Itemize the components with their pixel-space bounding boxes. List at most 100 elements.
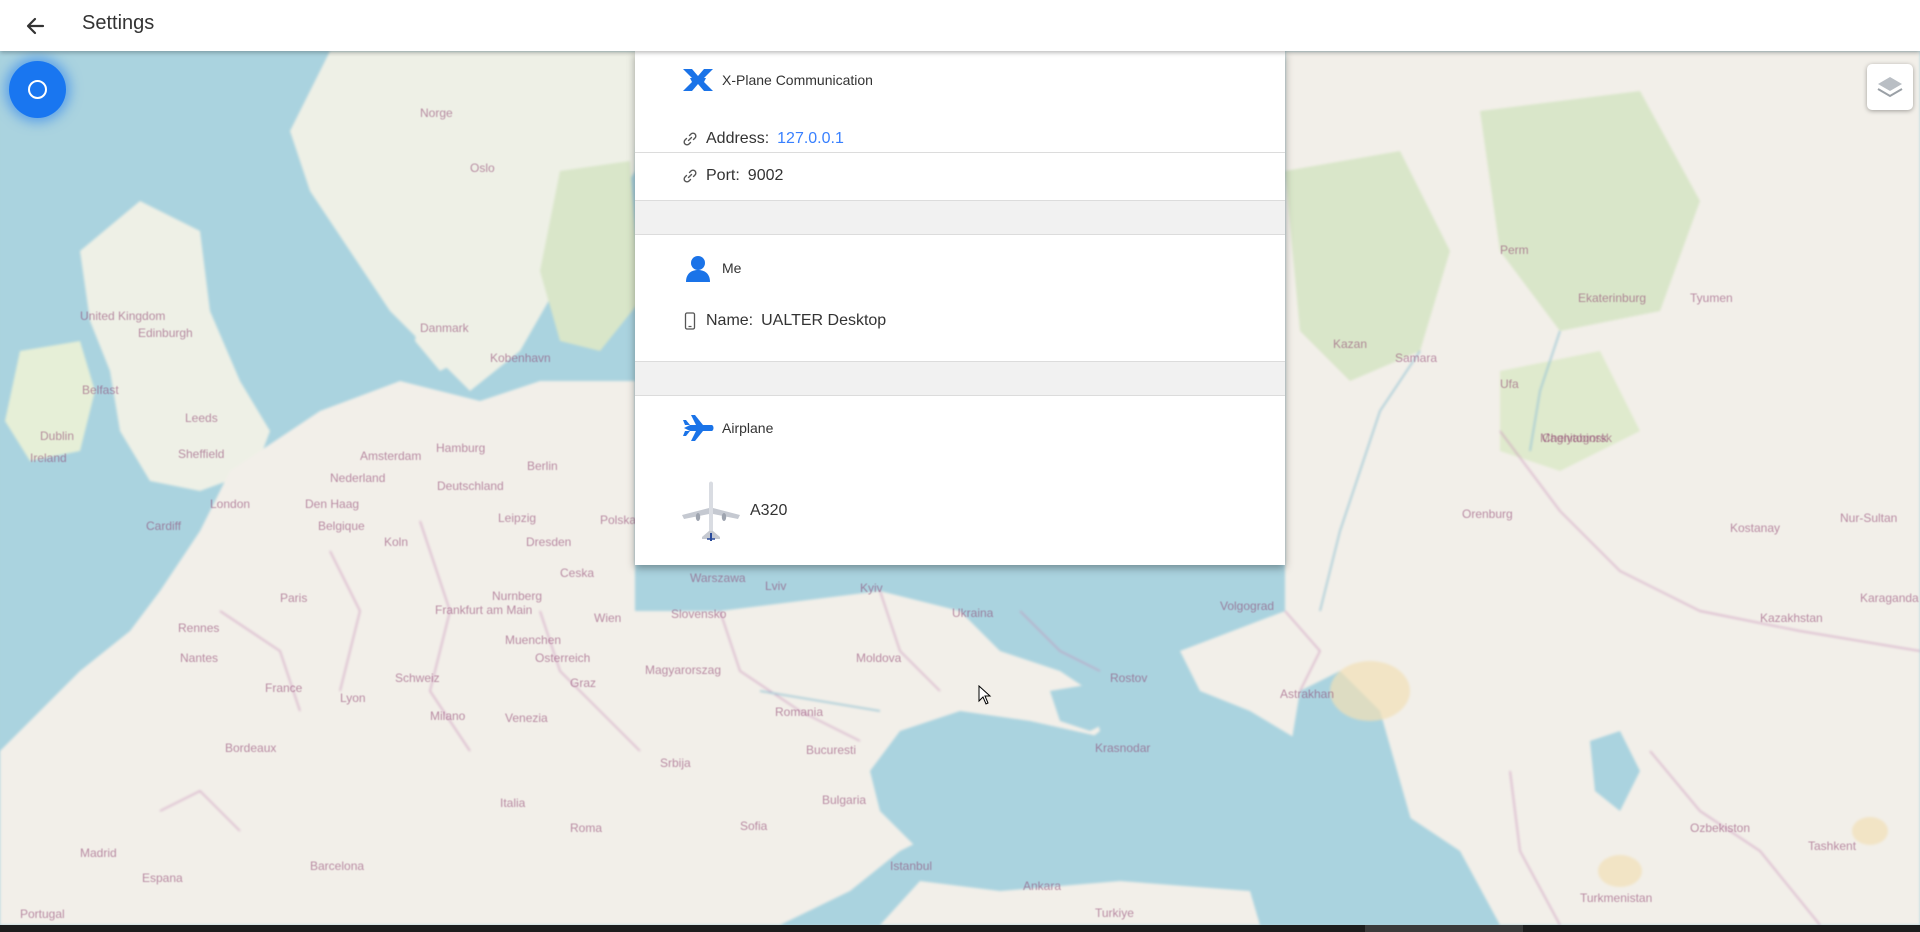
map-label: Sheffield: [178, 447, 225, 461]
map-label: Belfast: [82, 383, 119, 397]
map-label: Ekaterinburg: [1578, 291, 1647, 305]
locate-button[interactable]: [9, 61, 66, 118]
map-label: Den Haag: [305, 497, 360, 511]
port-value[interactable]: 9002: [748, 167, 784, 185]
map-label: Slovensko: [671, 607, 727, 621]
map-label: Karaganda: [1860, 591, 1919, 605]
locate-icon: [28, 80, 47, 99]
link-icon: [682, 168, 698, 184]
map-label: Dresden: [526, 535, 572, 549]
map-label: Amsterdam: [360, 449, 422, 463]
taskbar-segment: [1365, 925, 1523, 932]
map-label: Espana: [142, 871, 183, 885]
a320-aircraft-icon: [680, 481, 742, 541]
port-field[interactable]: Port: 9002: [635, 152, 1285, 200]
map-label: Graz: [570, 676, 597, 690]
map-label: Rennes: [178, 621, 220, 635]
map-label: Leipzig: [498, 511, 537, 525]
map-label: Leeds: [185, 411, 218, 425]
xplane-icon: [682, 65, 714, 95]
map-label: Paris: [280, 591, 308, 605]
map-label: Istanbul: [890, 859, 933, 873]
name-label: Name:: [706, 312, 754, 329]
back-button[interactable]: [20, 11, 50, 41]
map-label: Srbija: [660, 756, 691, 770]
taskbar: [0, 925, 1920, 932]
map-label: Bulgaria: [822, 793, 867, 807]
map-label: Schweiz: [395, 671, 440, 685]
map-label: Kyiv: [860, 581, 883, 595]
address-label: Address:: [706, 130, 770, 147]
map-label: Kazan: [1333, 337, 1368, 351]
page-title: Settings: [82, 12, 155, 34]
app-header: Settings: [0, 0, 1920, 51]
section-me: Me: [635, 251, 1285, 285]
map-label: Lviv: [765, 579, 787, 593]
map-label: Roma: [570, 821, 603, 835]
section-label: Airplane: [722, 420, 774, 436]
layers-button[interactable]: [1867, 64, 1913, 110]
settings-panel: X-Plane Communication Address: 127.0.0.1…: [635, 51, 1285, 565]
map-label: Nantes: [180, 651, 219, 665]
map-label: Venezia: [505, 711, 548, 725]
map-label: Belgique: [318, 519, 365, 533]
map-label: Barcelona: [310, 859, 365, 873]
map-label: Frankfurt am Main: [435, 603, 533, 617]
map-label: Ireland: [30, 451, 67, 465]
mouse-cursor-icon: [978, 685, 992, 705]
map-label: Rostov: [1110, 671, 1148, 685]
map-label: Bordeaux: [225, 741, 277, 755]
map-label: Romania: [775, 705, 824, 719]
port-label: Port:: [706, 167, 740, 184]
map-label: Moldova: [856, 651, 902, 665]
aircraft-model: A320: [750, 502, 788, 519]
airplane-icon: [682, 413, 714, 443]
map-label: Krasnodar: [1095, 741, 1151, 755]
map-label: Osterreich: [535, 651, 591, 665]
map-label: Oslo: [470, 161, 495, 175]
map-label: Turkmenistan: [1580, 891, 1653, 905]
map-label: Perm: [1500, 243, 1529, 257]
map-label: Norge: [420, 106, 453, 120]
section-spacer: [635, 361, 1285, 396]
section-airplane: Airplane: [635, 411, 1285, 445]
map-label: Tyumen: [1690, 291, 1733, 305]
map-label: Turkiye: [1095, 906, 1134, 920]
map-label: Bucuresti: [806, 743, 857, 757]
map-label: Warszawa: [690, 571, 746, 585]
map-label: Edinburgh: [138, 326, 193, 340]
map-label: Ceska: [560, 566, 595, 580]
map-label: Samara: [1395, 351, 1438, 365]
section-label: Me: [722, 260, 742, 276]
phone-icon: [682, 312, 698, 330]
map-label: Wien: [594, 611, 622, 625]
map-label: Ukraina: [952, 606, 994, 620]
map-label: United Kingdom: [80, 309, 166, 323]
layers-icon: [1877, 77, 1903, 98]
address-value[interactable]: 127.0.0.1: [777, 130, 844, 148]
map-label: Dublin: [40, 429, 75, 443]
map-label: Lyon: [340, 691, 366, 705]
name-value[interactable]: UALTER Desktop: [761, 312, 886, 330]
map-label: Ozbekiston: [1690, 821, 1751, 835]
map-label: Berlin: [527, 459, 558, 473]
section-xplane-communication: X-Plane Communication: [635, 63, 1285, 97]
map-label: Danmark: [420, 321, 469, 335]
map-label: Tashkent: [1808, 839, 1857, 853]
map-label: London: [210, 497, 251, 511]
map-label: Milano: [430, 709, 466, 723]
map-label: Ankara: [1023, 879, 1062, 893]
section-spacer: [635, 200, 1285, 235]
name-field[interactable]: Name: UALTER Desktop: [635, 301, 1285, 341]
map-label: Kobenhavn: [490, 351, 551, 365]
map-label: Portugal: [20, 907, 65, 921]
map-label: Cardiff: [146, 519, 182, 533]
map-label: Polska: [600, 513, 637, 527]
map-label: Kostanay: [1730, 521, 1781, 535]
map-label: Nur-Sultan: [1840, 511, 1898, 525]
map-label: Muenchen: [505, 633, 562, 647]
map-label: Nurnberg: [492, 589, 543, 603]
aircraft-item[interactable]: A320: [635, 481, 1285, 541]
map-label: Kazakhstan: [1760, 611, 1823, 625]
map-label: Magnitogorsk: [1540, 431, 1613, 445]
